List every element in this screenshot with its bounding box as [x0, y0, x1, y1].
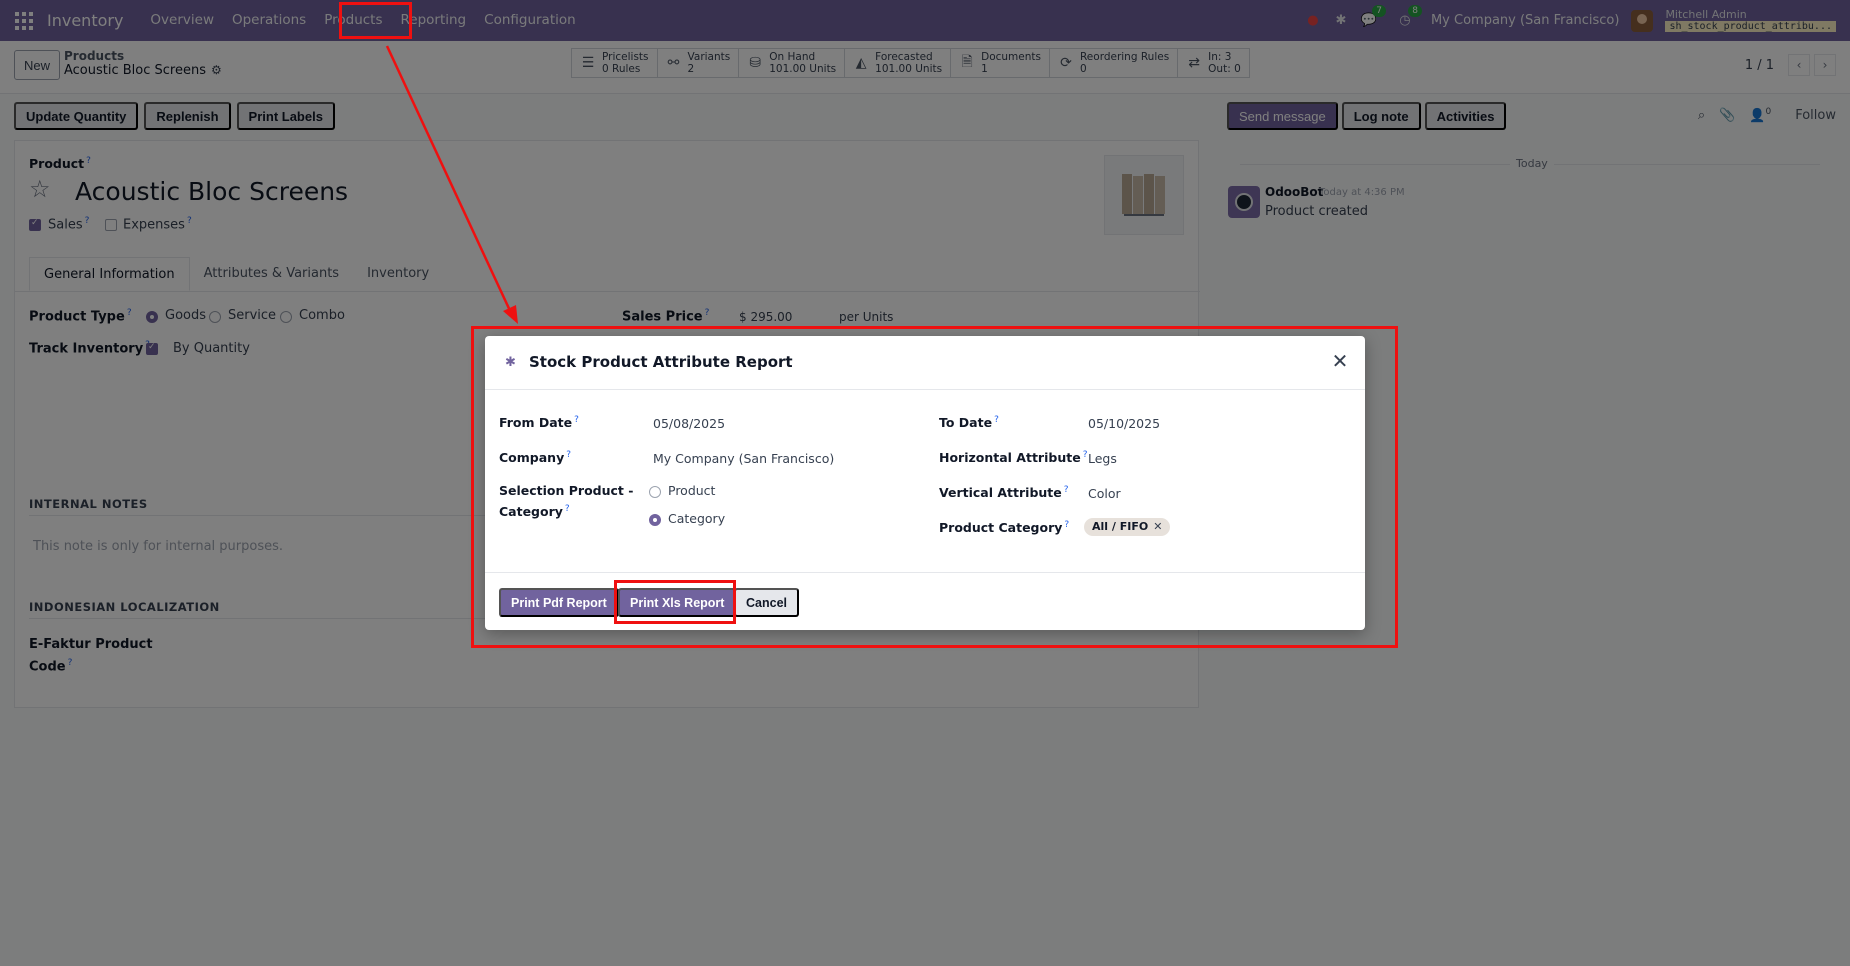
xls-button-highlight-box — [614, 580, 736, 624]
reporting-highlight-box — [339, 2, 412, 39]
dialog-highlight-box — [471, 326, 1398, 648]
